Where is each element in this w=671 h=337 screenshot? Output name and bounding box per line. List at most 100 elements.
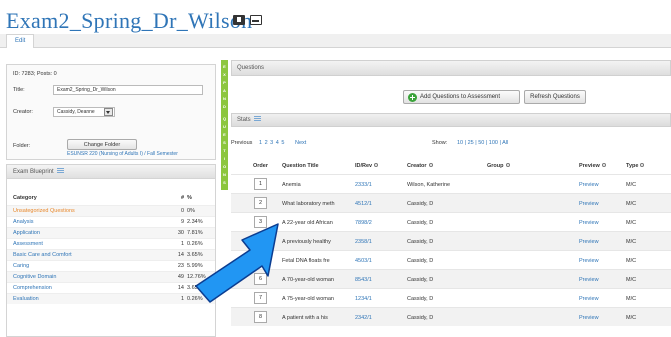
sort-icon (640, 163, 645, 167)
preview-link[interactable]: Preview (579, 201, 599, 207)
blueprint-category[interactable]: Analysis (13, 219, 33, 225)
expand-letter: S (223, 140, 226, 145)
preview-link[interactable]: Preview (579, 277, 599, 283)
folder-label: Folder: (13, 143, 31, 149)
blueprint-category[interactable]: Assessment (13, 241, 43, 247)
assessment-info: ID: 7283; Posts: 0 Title: Exam2_Spring_D… (6, 64, 216, 160)
expand-letter: Q (222, 116, 227, 121)
left-panel: ID: 7283; Posts: 0 Title: Exam2_Spring_D… (6, 52, 219, 337)
preview-link[interactable]: Preview (579, 315, 599, 321)
blueprint-count: 30 (177, 230, 184, 236)
col-group[interactable]: Group (487, 163, 510, 169)
question-type: M/C (626, 277, 637, 283)
pager-previous[interactable]: Previous (231, 140, 252, 146)
preview-link[interactable]: Preview (579, 220, 599, 226)
stats-icon[interactable] (56, 168, 64, 174)
folder-path-link[interactable]: ESUNSR 220 (Nursing of Adults I) / Fall … (67, 151, 178, 157)
preview-link[interactable]: Preview (579, 182, 599, 188)
title-bar: Exam2_Spring_Dr_Wilson (0, 0, 671, 33)
add-questions-button[interactable]: Add Questions to Assessment (403, 90, 520, 104)
col-title[interactable]: Question Title (282, 163, 319, 169)
preview-link[interactable]: Preview (579, 296, 599, 302)
col-order[interactable]: Order (253, 163, 268, 169)
sort-icon (428, 163, 433, 167)
col-preview-label: Preview (579, 163, 600, 169)
blueprint-category[interactable]: Cognitive Domain (13, 274, 56, 280)
blueprint-row: Unsategorized Questions 0 0% (7, 205, 215, 216)
order-input[interactable]: 1 (254, 178, 267, 190)
question-title: A patient with a his (282, 315, 328, 321)
blueprint-count: 49 (177, 274, 184, 280)
expand-letter: P (223, 80, 226, 85)
pager-pages[interactable]: 1 2 3 4 5 (259, 140, 285, 146)
show-label: Show: (432, 140, 448, 146)
expand-letter: S (223, 180, 226, 185)
change-folder-button[interactable]: Change Folder (67, 139, 137, 150)
blueprint-count: 14 (177, 285, 184, 291)
blueprint-category[interactable]: Caring (13, 263, 29, 269)
expand-letter: T (223, 148, 226, 153)
table-row: 1 Anemia 2333/1 Wilson, Katherine Previe… (231, 174, 671, 193)
col-group-label: Group (487, 163, 504, 169)
page-size-options[interactable]: 10 | 25 | 50 | 100 | All (457, 140, 508, 146)
print-icon[interactable] (250, 15, 262, 25)
col-preview[interactable]: Preview (579, 163, 606, 169)
order-input[interactable]: 8 (254, 311, 267, 323)
blueprint-row: Application 30 7.81% (7, 227, 215, 238)
expand-letter: X (223, 72, 226, 77)
blueprint-count: 9 (180, 219, 184, 225)
blueprint-row: Assessment 1 0.26% (7, 238, 215, 249)
blueprint-header: Exam Blueprint (7, 165, 215, 179)
preview-link[interactable]: Preview (579, 239, 599, 245)
blueprint-category[interactable]: Application (13, 230, 40, 236)
blueprint-category[interactable]: Unsategorized Questions (13, 208, 75, 214)
blueprint-row: Comprehension 14 3.65% (7, 282, 215, 293)
col-creator[interactable]: Creator (407, 163, 433, 169)
blueprint-count: 0 (180, 208, 184, 214)
stats-bar[interactable]: Stats (231, 113, 671, 127)
question-id-link[interactable]: 2333/1 (355, 182, 372, 188)
blueprint-category[interactable]: Evaluation (13, 296, 39, 302)
refresh-questions-button[interactable]: Refresh Questions (524, 90, 586, 104)
question-id-link[interactable]: 8543/1 (355, 277, 372, 283)
blueprint-table-header: Category # % (7, 193, 215, 205)
exam-blueprint: Exam Blueprint Category # % Unsategorize… (6, 164, 216, 337)
questions-table: Order Question Title ID/Rev Creator Grou… (231, 161, 671, 326)
questions-header: Questions (231, 60, 671, 76)
blueprint-row: Cognitive Domain 49 12.76% (7, 271, 215, 282)
pager-next[interactable]: Next (295, 140, 306, 146)
expand-letter: N (223, 96, 226, 101)
dropdown-arrow-icon[interactable] (104, 108, 113, 116)
question-id-link[interactable]: 2342/1 (355, 315, 372, 321)
pointer-arrow-icon (195, 223, 279, 303)
question-id-link[interactable]: 4512/1 (355, 201, 372, 207)
title-input[interactable]: Exam2_Spring_Dr_Wilson (53, 85, 203, 95)
table-row: 8 A patient with a his 2342/1 Cassidy, D… (231, 307, 671, 326)
question-type: M/C (626, 182, 637, 188)
expand-letter: U (223, 124, 226, 129)
question-id-link[interactable]: 7898/2 (355, 220, 372, 226)
add-questions-label: Add Questions to Assessment (420, 94, 501, 100)
page-icon[interactable] (233, 15, 245, 25)
tab-edit[interactable]: Edit (6, 34, 35, 48)
table-row: 2 What laboratory meth 4512/1 Cassidy, D… (231, 193, 671, 212)
blueprint-percent: 0% (187, 208, 195, 214)
blueprint-row: Evaluation 1 0.26% (7, 293, 215, 304)
blueprint-category[interactable]: Comprehension (13, 285, 52, 291)
table-row: 6 A 70-year-old woman 8543/1 Cassidy, D … (231, 269, 671, 288)
blueprint-category[interactable]: Basic Care and Comfort (13, 252, 72, 258)
question-id-link[interactable]: 4503/1 (355, 258, 372, 264)
add-icon (408, 93, 417, 102)
expand-questions-tab[interactable]: E X P A N D Q U E S T I O N S (221, 60, 228, 190)
question-id-link[interactable]: 2358/1 (355, 239, 372, 245)
blueprint-count: 1 (180, 296, 184, 302)
order-input[interactable]: 2 (254, 197, 267, 209)
question-id-link[interactable]: 1234/1 (355, 296, 372, 302)
tab-strip: Edit (0, 34, 671, 48)
preview-link[interactable]: Preview (579, 258, 599, 264)
question-creator: Cassidy, D (407, 296, 434, 302)
col-id[interactable]: ID/Rev (355, 163, 379, 169)
col-creator-label: Creator (407, 163, 427, 169)
col-type[interactable]: Type (626, 163, 645, 169)
question-creator: Cassidy, D (407, 201, 434, 207)
